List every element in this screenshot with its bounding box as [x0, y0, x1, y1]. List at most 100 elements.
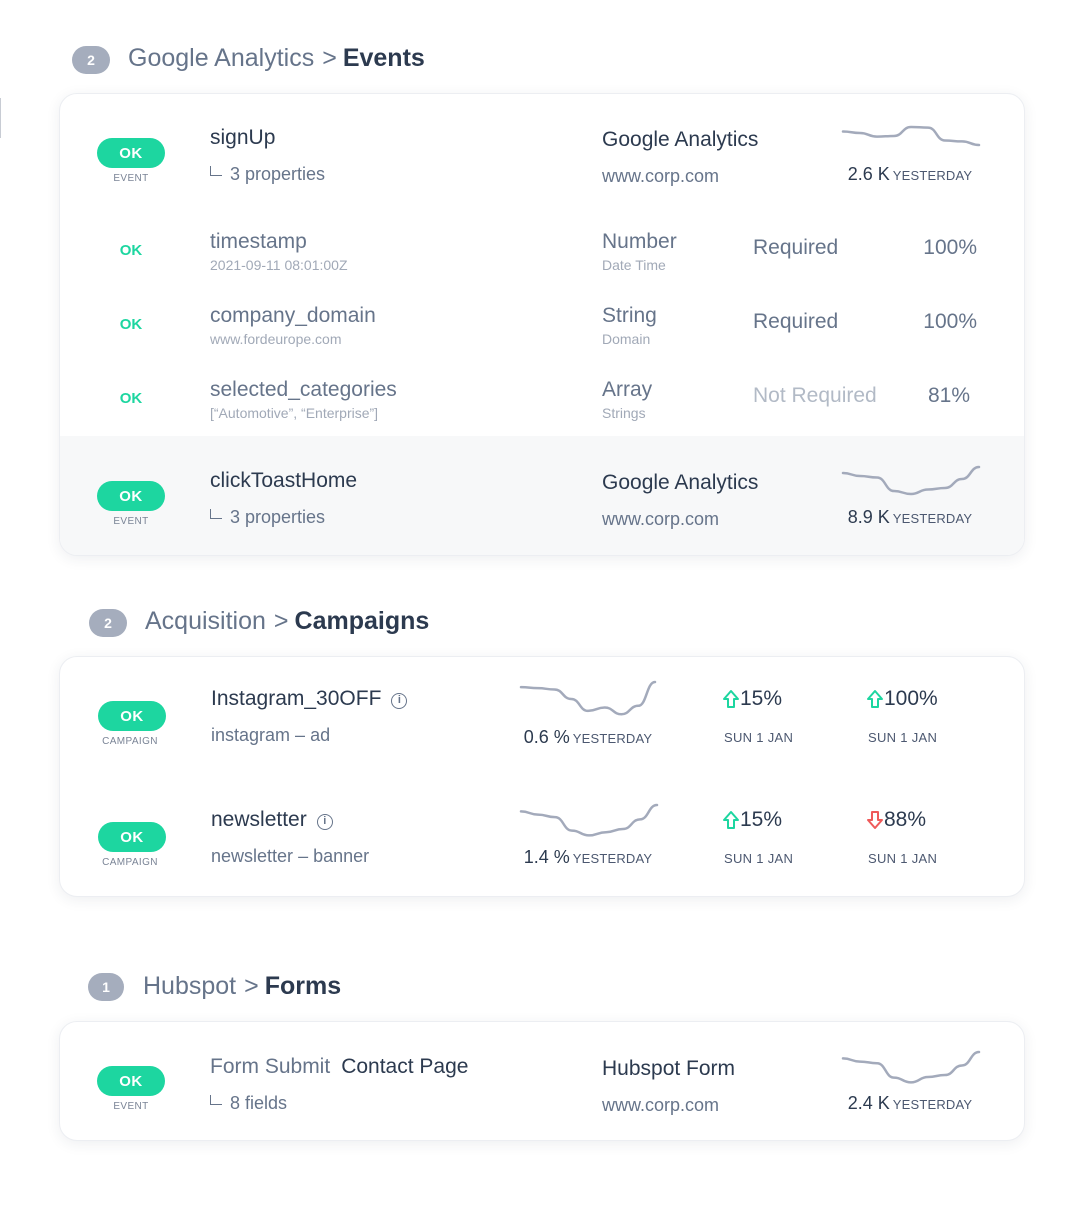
- sparkline-path: [519, 680, 657, 716]
- section-title-events: Google Analytics > Events: [128, 44, 425, 73]
- info-icon[interactable]: i: [391, 693, 408, 709]
- arrow-up-icon: [723, 690, 739, 708]
- property-requirement: Required: [753, 236, 839, 259]
- event-properties[interactable]: 3 properties: [210, 507, 325, 528]
- section-title-campaigns: Acquisition > Campaigns: [145, 607, 429, 636]
- campaign-name[interactable]: newsletter i: [211, 808, 333, 832]
- tree-corner-icon: [210, 166, 222, 176]
- campaign-delta-date: SUN 1 JAN: [724, 730, 794, 745]
- forms-card: OK EVENT Form Submit Contact Page 8 field…: [59, 1021, 1025, 1141]
- arrow-up-shape: [723, 690, 739, 708]
- status-pill: OK: [97, 138, 165, 168]
- property-example: www.fordeurope.com: [210, 331, 342, 347]
- sparkline-path: [519, 803, 659, 837]
- info-icon[interactable]: i: [316, 814, 333, 830]
- section-count-badge: 1: [88, 973, 124, 1001]
- campaign-delta: 100%: [866, 687, 938, 711]
- arrow-up-shape: [723, 811, 739, 829]
- campaign-delta: 15%: [722, 687, 782, 711]
- property-status: OK: [119, 242, 143, 259]
- arrow-up-icon: [723, 811, 739, 829]
- event-sparkline: [841, 465, 981, 496]
- property-type: String: [602, 304, 657, 327]
- breadcrumb-parent[interactable]: Google Analytics: [128, 44, 314, 72]
- property-example: 2021-09-11 08:01:00Z: [210, 257, 348, 273]
- campaign-metric: 0.6 % YESTERDAY: [523, 727, 653, 747]
- status-kind-label: EVENT: [113, 173, 149, 184]
- campaign-sparkline: [519, 680, 657, 716]
- property-type: Array: [602, 378, 653, 401]
- breadcrumb-separator: >: [273, 607, 289, 635]
- event-properties[interactable]: 3 properties: [210, 164, 325, 185]
- property-subtype: Date Time: [602, 257, 666, 273]
- status-pill: OK: [97, 481, 165, 511]
- breadcrumb-parent[interactable]: Hubspot: [143, 972, 236, 1000]
- arrow-up-shape: [867, 690, 883, 708]
- arrow-up-icon: [867, 690, 883, 708]
- tree-corner-icon: [210, 1095, 222, 1105]
- arrow-down-icon: [867, 811, 883, 829]
- form-metric: 2.4 K YESTERDAY: [847, 1093, 973, 1113]
- tree-corner-icon: [210, 509, 222, 519]
- property-requirement: Required: [753, 310, 839, 333]
- campaign-source: newsletter – banner: [211, 846, 370, 866]
- event-metric: 2.6 K YESTERDAY: [847, 164, 973, 184]
- campaign-name[interactable]: Instagram_30OFF i: [211, 687, 408, 711]
- form-sparkline: [841, 1050, 981, 1084]
- breadcrumb-parent[interactable]: Acquisition: [145, 607, 266, 635]
- event-sparkline: [841, 125, 981, 147]
- section-title-forms: Hubspot > Forms: [143, 972, 341, 1001]
- property-type: Number: [602, 230, 677, 253]
- campaign-delta-date: SUN 1 JAN: [724, 851, 794, 866]
- campaign-delta-date: SUN 1 JAN: [868, 730, 938, 745]
- status-kind-label: CAMPAIGN: [102, 736, 158, 747]
- event-name[interactable]: clickToastHome: [210, 469, 357, 493]
- form-source: Hubspot Form: [602, 1057, 736, 1080]
- sparkline-path: [841, 1050, 981, 1084]
- events-card: OK EVENT signUp 3 properties Google Anal…: [59, 93, 1025, 556]
- left-edge-marker: [0, 98, 1, 138]
- property-name[interactable]: timestamp: [210, 230, 307, 254]
- status-kind-label: CAMPAIGN: [102, 857, 158, 868]
- property-subtype: Strings: [602, 405, 646, 421]
- sparkline-path: [841, 465, 981, 496]
- property-name[interactable]: selected_categories: [210, 378, 397, 402]
- arrow-down-shape: [867, 811, 883, 829]
- status-pill: OK: [98, 822, 166, 852]
- campaigns-card: OK CAMPAIGN Instagram_30OFF i instagram –…: [59, 656, 1025, 897]
- breadcrumb-separator: >: [244, 972, 259, 1000]
- form-fields[interactable]: 8 fields: [210, 1093, 287, 1114]
- property-coverage: 81%: [927, 384, 970, 407]
- breadcrumb-separator: >: [322, 44, 337, 72]
- section-count-badge: 2: [72, 46, 110, 74]
- campaign-metric: 1.4 % YESTERDAY: [523, 847, 653, 867]
- event-domain: www.corp.com: [602, 509, 720, 529]
- status-kind-label: EVENT: [113, 1101, 149, 1112]
- property-name[interactable]: company_domain: [210, 304, 376, 328]
- campaign-delta: 15%: [722, 808, 782, 832]
- property-status: OK: [119, 316, 143, 333]
- event-name[interactable]: signUp: [210, 126, 275, 150]
- property-example: [“Automotive”, “Enterprise”]: [210, 405, 379, 421]
- breadcrumb-current: Forms: [264, 972, 342, 1000]
- event-metric: 8.9 K YESTERDAY: [847, 507, 973, 527]
- form-name[interactable]: Form Submit Contact Page: [210, 1055, 468, 1079]
- sparkline-path: [841, 125, 981, 147]
- event-domain: www.corp.com: [602, 166, 720, 186]
- campaign-sparkline: [519, 803, 659, 837]
- section-count-badge: 2: [89, 609, 127, 637]
- status-pill: OK: [97, 1066, 165, 1096]
- campaign-source: instagram – ad: [211, 725, 331, 745]
- property-coverage: 100%: [923, 310, 977, 333]
- breadcrumb-current: Events: [342, 44, 425, 72]
- property-coverage: 100%: [923, 236, 977, 259]
- property-subtype: Domain: [602, 331, 651, 347]
- breadcrumb-current: Campaigns: [294, 607, 430, 635]
- campaign-delta: 88%: [866, 808, 926, 832]
- event-source: Google Analytics: [602, 471, 759, 494]
- status-kind-label: EVENT: [113, 516, 149, 527]
- status-pill: OK: [98, 701, 166, 731]
- property-status: OK: [119, 390, 143, 407]
- event-source: Google Analytics: [602, 128, 759, 151]
- form-domain: www.corp.com: [602, 1095, 720, 1115]
